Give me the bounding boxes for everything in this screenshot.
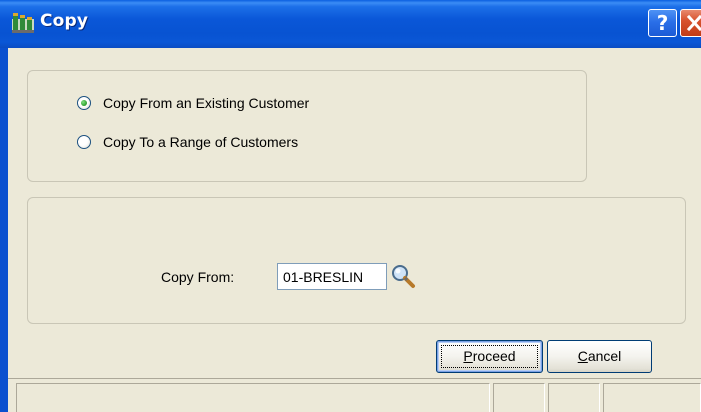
- magnifier-lookup-icon[interactable]: [389, 262, 417, 290]
- radio-copy-to-range[interactable]: Copy To a Range of Customers: [77, 132, 298, 152]
- status-cell-3: [548, 383, 600, 412]
- radio-button-checked[interactable]: [77, 96, 91, 110]
- copy-from-input[interactable]: [277, 263, 387, 290]
- focus-ring: [441, 345, 538, 368]
- radio-copy-from-existing[interactable]: Copy From an Existing Customer: [77, 93, 309, 113]
- window-frame-left: [0, 48, 8, 412]
- radio-label-copy-from-existing: Copy From an Existing Customer: [103, 95, 310, 111]
- status-cell-main: [16, 383, 490, 412]
- close-x-glyph: [686, 14, 701, 32]
- status-bar: [8, 378, 701, 412]
- radio-button-unchecked[interactable]: [77, 135, 91, 149]
- copy-dialog: Copy ? Copy From an Existing Customer Co…: [0, 0, 701, 412]
- title-bar[interactable]: Copy ?: [0, 0, 701, 48]
- close-icon[interactable]: [680, 9, 701, 37]
- help-glyph: ?: [656, 11, 669, 35]
- window-title: Copy: [40, 11, 89, 31]
- proceed-button[interactable]: Proceed: [436, 340, 543, 373]
- help-icon[interactable]: ?: [648, 9, 677, 37]
- cancel-button[interactable]: Cancel: [547, 340, 652, 373]
- copy-from-label: Copy From:: [161, 269, 235, 285]
- status-cell-4: [603, 383, 701, 412]
- copy-mode-group: [27, 70, 587, 182]
- copy-from-group: [27, 197, 686, 324]
- cancel-label: Cancel: [577, 348, 622, 364]
- radio-label-copy-to-range: Copy To a Range of Customers: [103, 134, 299, 150]
- mas90-app-icon: [12, 13, 34, 33]
- status-cell-2: [493, 383, 545, 412]
